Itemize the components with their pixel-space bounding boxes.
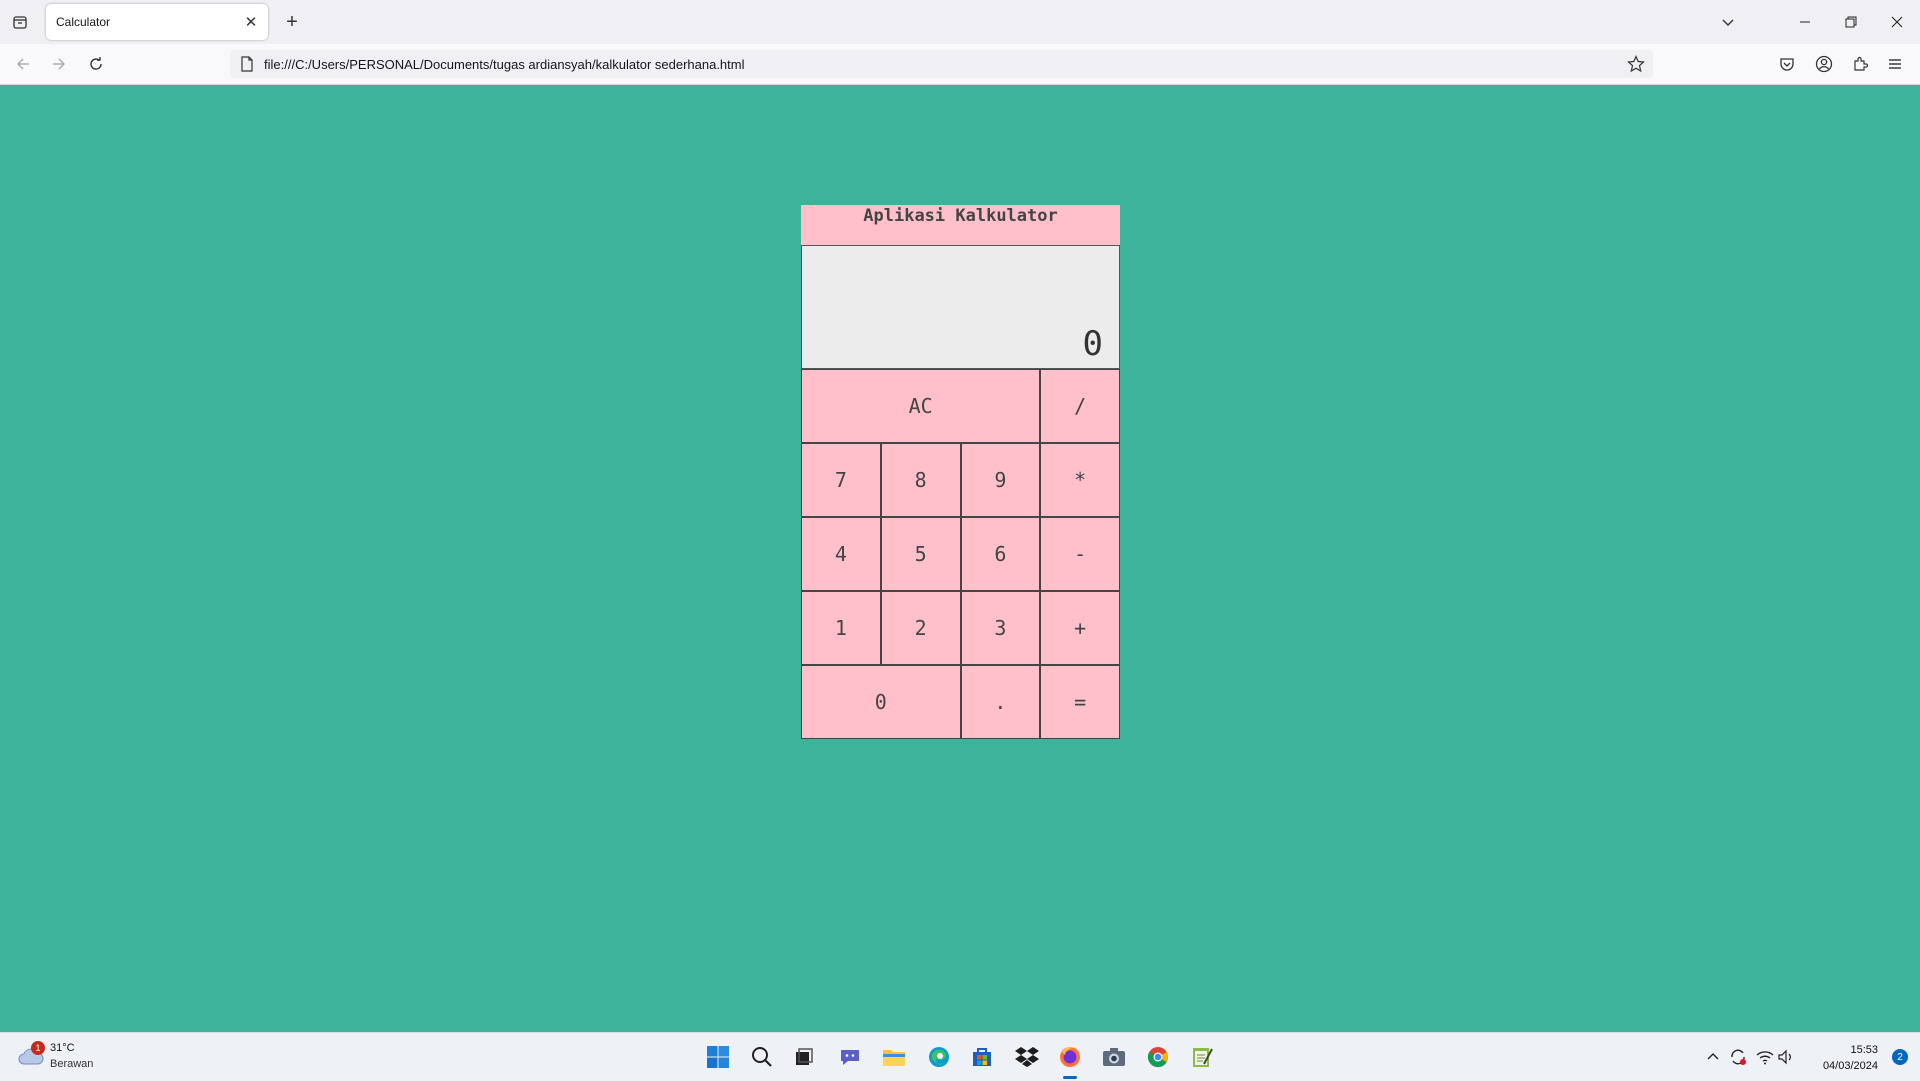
digit-6-button[interactable]: 6 xyxy=(960,517,1041,591)
tray-overflow-chevron-icon[interactable] xyxy=(1703,1047,1723,1067)
file-explorer-icon[interactable] xyxy=(878,1041,910,1073)
account-icon[interactable] xyxy=(1812,52,1836,76)
windows-start-icon[interactable] xyxy=(702,1041,734,1073)
digit-2-button[interactable]: 2 xyxy=(880,591,961,665)
firefox-icon[interactable] xyxy=(1054,1041,1086,1073)
tab-overflow-chevron-icon[interactable] xyxy=(1713,8,1743,36)
back-arrow-icon[interactable] xyxy=(11,52,35,76)
clock-date: 04/03/2024 xyxy=(1822,1060,1878,1072)
sync-icon[interactable] xyxy=(1728,1047,1748,1067)
volume-icon[interactable] xyxy=(1776,1047,1796,1067)
calculator-title-text: Aplikasi Kalkulator xyxy=(863,206,1058,226)
notification-count-badge[interactable]: 2 xyxy=(1892,1049,1908,1065)
divide-button[interactable]: / xyxy=(1040,369,1120,443)
multiply-button[interactable]: * xyxy=(1040,443,1120,517)
notepad-icon[interactable] xyxy=(1186,1041,1218,1073)
search-icon[interactable] xyxy=(746,1041,778,1073)
close-window-icon[interactable] xyxy=(1882,8,1912,36)
page-icon xyxy=(240,56,254,77)
digit-4-button[interactable]: 4 xyxy=(801,517,881,591)
firefox-active-indicator xyxy=(1063,1076,1077,1079)
pocket-icon[interactable] xyxy=(1775,52,1799,76)
calculator-display: 0 xyxy=(801,245,1120,369)
plus-button[interactable]: + xyxy=(1040,591,1120,665)
edge-browser-icon[interactable] xyxy=(923,1041,955,1073)
digit-3-button[interactable]: 3 xyxy=(960,591,1041,665)
tab-title: Calculator xyxy=(56,15,111,29)
digit-1-button[interactable]: 1 xyxy=(801,591,881,665)
calculator-title: Aplikasi Kalkulator xyxy=(801,205,1120,245)
task-view-icon[interactable] xyxy=(788,1041,820,1073)
minus-button[interactable]: - xyxy=(1040,517,1120,591)
weather-description: Berawan xyxy=(50,1058,94,1070)
menu-hamburger-icon[interactable] xyxy=(1883,52,1907,76)
camera-icon[interactable] xyxy=(1098,1041,1130,1073)
tab-list-icon[interactable] xyxy=(8,10,32,34)
extensions-icon[interactable] xyxy=(1848,52,1872,76)
reload-icon[interactable] xyxy=(84,52,108,76)
new-tab-button[interactable]: + xyxy=(280,10,304,34)
microsoft-store-icon[interactable] xyxy=(966,1041,998,1073)
digit-5-button[interactable]: 5 xyxy=(880,517,961,591)
browser-tab[interactable]: Calculator ✕ xyxy=(46,4,268,40)
system-clock[interactable]: 15:53 04/03/2024 xyxy=(1823,1042,1878,1074)
url-text[interactable]: file:///C:/Users/PERSONAL/Documents/tuga… xyxy=(264,57,745,72)
bookmark-star-icon[interactable] xyxy=(1627,55,1645,78)
minimize-icon[interactable] xyxy=(1790,8,1820,36)
calculator: Aplikasi Kalkulator 0 AC / 7 8 9 * 4 5 6… xyxy=(801,205,1120,739)
wifi-icon[interactable] xyxy=(1755,1047,1775,1067)
tab-close-icon[interactable]: ✕ xyxy=(242,13,260,31)
calculator-keypad: AC / 7 8 9 * 4 5 6 - 1 2 3 + 0 . = xyxy=(801,369,1120,739)
weather-temperature: 31°C xyxy=(50,1042,75,1054)
equals-button[interactable]: = xyxy=(1040,665,1120,739)
forward-arrow-icon[interactable] xyxy=(47,52,71,76)
weather-alert-badge: 1 xyxy=(31,1041,45,1055)
digit-0-button[interactable]: 0 xyxy=(801,665,961,739)
clear-button[interactable]: AC xyxy=(801,369,1041,443)
restore-icon[interactable] xyxy=(1836,8,1866,36)
decimal-button[interactable]: . xyxy=(960,665,1041,739)
browser-navigation-bar: file:///C:/Users/PERSONAL/Documents/tuga… xyxy=(0,44,1920,85)
windows-taskbar: 1 31°C Berawan 15:53 04/03/2024 2 xyxy=(0,1032,1920,1081)
digit-7-button[interactable]: 7 xyxy=(801,443,881,517)
digit-9-button[interactable]: 9 xyxy=(960,443,1041,517)
digit-8-button[interactable]: 8 xyxy=(880,443,961,517)
address-bar[interactable]: file:///C:/Users/PERSONAL/Documents/tuga… xyxy=(230,50,1653,78)
browser-tab-bar: Calculator ✕ + xyxy=(0,0,1920,44)
display-value: 0 xyxy=(1082,324,1103,364)
dropbox-icon[interactable] xyxy=(1011,1041,1043,1073)
weather-widget[interactable]: 1 31°C Berawan xyxy=(16,1039,126,1075)
chrome-icon[interactable] xyxy=(1142,1041,1174,1073)
clock-time: 15:53 xyxy=(1850,1044,1878,1056)
chat-icon[interactable] xyxy=(834,1041,866,1073)
